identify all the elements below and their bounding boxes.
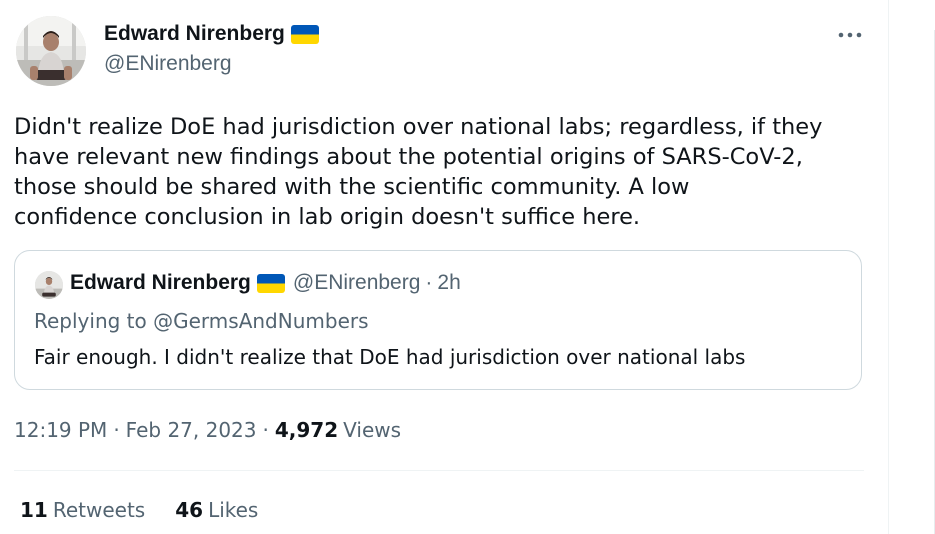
quote-author-avatar (35, 271, 63, 299)
ukraine-flag-icon (290, 24, 319, 44)
sidebar-panel (889, 0, 935, 534)
quote-separator: · (425, 271, 433, 294)
tweet-detail: Edward Nirenberg @ENirenberg Didn't real… (0, 0, 888, 534)
quote-header: Edward Nirenberg @ENirenberg · 2h (70, 271, 461, 295)
meta-separator: · (262, 418, 269, 442)
divider (14, 470, 864, 471)
retweets-count: 11 (20, 498, 48, 522)
quote-text: Fair enough. I didn't realize that DoE h… (34, 345, 746, 369)
tweet-text-line: have relevant new findings about the pot… (14, 144, 803, 170)
tweet-time[interactable]: 12:19 PM (14, 418, 107, 442)
likes-link[interactable]: 46 Likes (175, 498, 258, 522)
likes-count: 46 (175, 498, 204, 522)
views-label: Views (343, 418, 402, 442)
tweet-text-line: those should be shared with the scientif… (14, 174, 690, 200)
author-avatar[interactable] (16, 16, 86, 86)
author-name[interactable]: Edward Nirenberg (104, 22, 319, 46)
replying-prefix: Replying to (34, 309, 154, 333)
replying-to: Replying to @GermsAndNumbers (34, 309, 369, 333)
quote-author-handle: @ENirenberg (292, 271, 421, 294)
tweet-text: Didn't realize DoE had jurisdiction over… (14, 112, 874, 232)
meta-separator: · (113, 418, 120, 442)
tweet-page: Edward Nirenberg @ENirenberg Didn't real… (0, 0, 935, 534)
more-options-button[interactable] (832, 22, 868, 48)
quote-avatar-photo (35, 271, 63, 299)
views-count: 4,972 (274, 418, 339, 442)
retweets-link[interactable]: 11 Retweets (20, 498, 145, 522)
tweet-text-line: Didn't realize DoE had jurisdiction over… (14, 114, 823, 140)
replying-handle: @GermsAndNumbers (153, 309, 369, 333)
quoted-tweet-card[interactable]: Edward Nirenberg @ENirenberg · 2h Replyi… (14, 250, 862, 390)
tweet-text-line: confidence conclusion in lab origin does… (14, 204, 641, 230)
author-name-text: Edward Nirenberg (104, 22, 285, 45)
quote-author-name: Edward Nirenberg (70, 271, 251, 294)
retweets-label: Retweets (52, 498, 146, 522)
author-handle[interactable]: @ENirenberg (104, 52, 232, 76)
ukraine-flag-icon (256, 273, 285, 293)
tweet-date[interactable]: Feb 27, 2023 (126, 418, 257, 442)
likes-label: Likes (208, 498, 259, 522)
more-horizontal-icon (838, 32, 862, 38)
quote-timestamp: 2h (437, 271, 461, 294)
tweet-meta: 12:19 PM · Feb 27, 2023 · 4,972 Views (14, 418, 401, 442)
avatar-photo (16, 16, 86, 86)
tweet-stats: 11 Retweets 46 Likes (20, 498, 258, 522)
